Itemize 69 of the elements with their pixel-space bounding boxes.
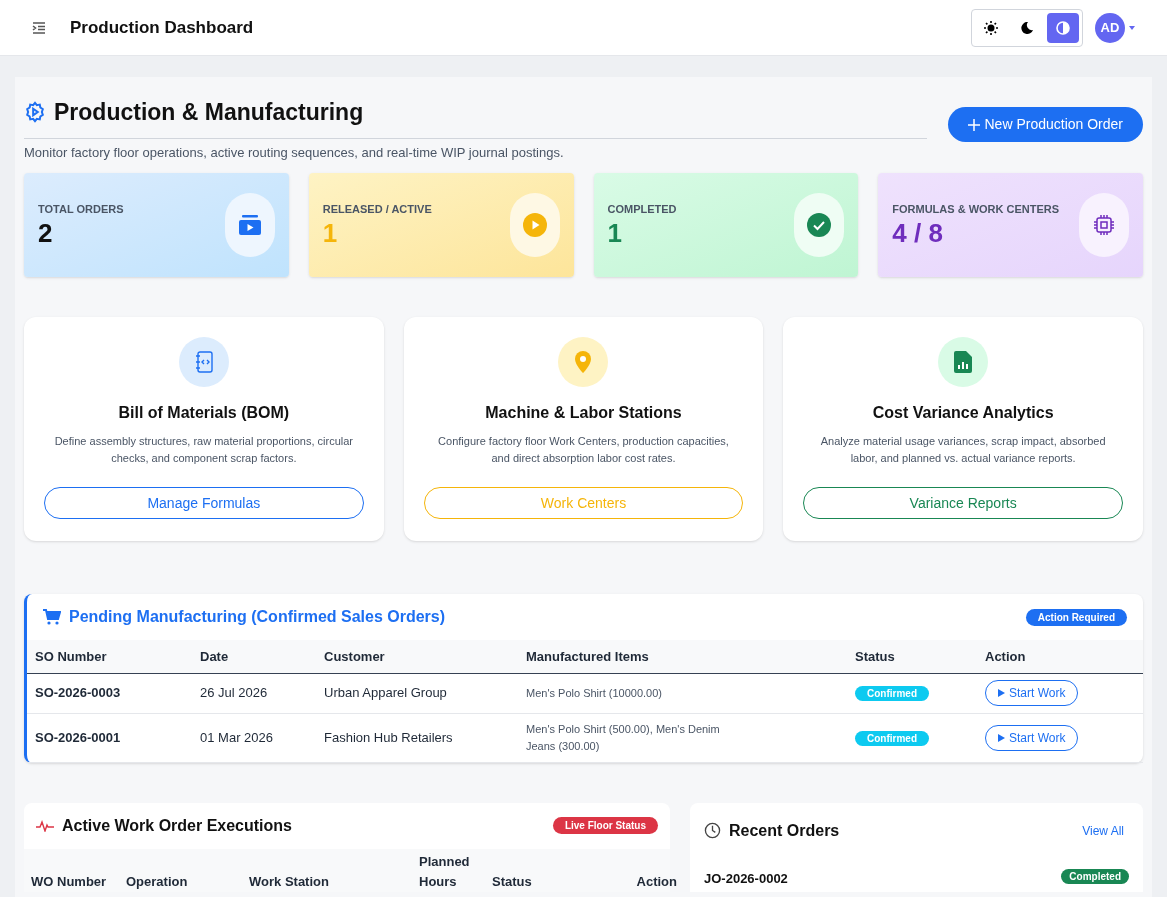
stat-label: TOTAL ORDERS (38, 201, 124, 217)
table-cell: Urban Apparel Group (324, 685, 447, 701)
map-pin-icon (574, 351, 593, 373)
moon-icon (1021, 21, 1033, 34)
column-header: Status (492, 872, 533, 891)
code-notebook-icon (193, 351, 214, 373)
stat-value: 4 / 8 (892, 217, 944, 250)
card-title: Bill of Materials (BOM) (118, 403, 290, 423)
column-header: Customer (316, 640, 518, 673)
column-header: Operation (126, 872, 189, 891)
column-header: Manufactured Items (518, 640, 847, 673)
column-header: Planned Hours (419, 852, 471, 891)
video-stack-icon (237, 215, 262, 235)
status-badge: Action Required (1025, 608, 1127, 626)
card-description: Analyze material usage variances, scrap impact, absorbed labor, and planned vs. actual variance reports. (819, 434, 1107, 466)
view-all-link[interactable]: View All (1082, 821, 1124, 840)
section-title: Production & Manufacturing (54, 98, 364, 127)
plus-icon (968, 118, 981, 131)
stat-value: 1 (322, 217, 339, 250)
play-icon (998, 689, 1005, 697)
stat-label: FORMULAS & WORK CENTERS (892, 201, 1060, 217)
play-circle-icon (522, 213, 547, 237)
column-header: SO Number (27, 640, 192, 673)
play-icon (998, 733, 1005, 742)
table-title: Active Work Order Executions (62, 815, 292, 836)
sun-icon (984, 20, 998, 35)
table-cell-text: Men's Polo Shirt (10000.00) (526, 685, 663, 701)
spreadsheet-chart-icon (954, 351, 973, 373)
table-cell: SO-2026-0001 (35, 729, 121, 745)
card-title: Machine & Labor Stations (485, 403, 682, 423)
column-header: Action (635, 872, 677, 891)
section-subtitle: Monitor factory floor operations, active routing sequences, and real-time WIP journal postings. (24, 143, 565, 162)
table-title: Pending Manufacturing (Confirmed Sales Orders) (69, 607, 446, 627)
card-description: Define assembly structures, raw material proportions, circular checks, and component scrap factors. (53, 434, 354, 466)
stat-value: 2 (38, 217, 54, 250)
status-badge: Confirmed (855, 730, 929, 746)
sidebar-toggle-icon[interactable] (32, 21, 46, 34)
auto-mode-button[interactable] (1047, 12, 1079, 43)
caret-icon[interactable] (1129, 25, 1135, 30)
chip-icon (1093, 214, 1115, 236)
card-title: Cost Variance Analytics (872, 403, 1054, 423)
column-header: WO Number (31, 872, 108, 891)
order-number: JO-2026-0002 (704, 869, 789, 888)
column-header: Work Station (249, 872, 330, 891)
gear-icon (24, 101, 46, 124)
stat-label: COMPLETED (607, 201, 677, 217)
column-header: Action (977, 640, 1143, 673)
stat-value: 1 (607, 217, 623, 250)
table-cell: 26 Jul 2026 (200, 685, 268, 701)
column-header: Date (192, 640, 316, 673)
table-cell: Fashion Hub Retailers (324, 729, 453, 745)
status-badge: Live Floor Status (552, 817, 658, 834)
card-title: Recent Orders (729, 820, 840, 841)
pulse-icon (36, 819, 54, 832)
page-title: Production Dashboard (70, 16, 254, 39)
status-badge: Confirmed (855, 686, 929, 702)
card-description: Configure factory floor Work Centers, production capacities, and direct absorption labor cost rates. (437, 434, 730, 466)
stat-label: RELEASED / ACTIVE (322, 201, 432, 217)
cart-icon (43, 609, 61, 625)
status-badge: Completed (1061, 868, 1129, 884)
user-avatar[interactable]: AD (1095, 12, 1125, 43)
new-order-button[interactable]: New Production Order (948, 107, 1143, 142)
table-cell: SO-2026-0003 (35, 685, 121, 701)
contrast-icon (1056, 20, 1070, 35)
check-circle-icon (807, 213, 832, 237)
clock-icon (704, 822, 721, 839)
column-header: Status (847, 640, 977, 673)
table-cell-text: Men's Polo Shirt (500.00), Men's Denim Jeans (300.00) (526, 721, 721, 754)
table-cell: 01 Mar 2026 (200, 729, 273, 745)
